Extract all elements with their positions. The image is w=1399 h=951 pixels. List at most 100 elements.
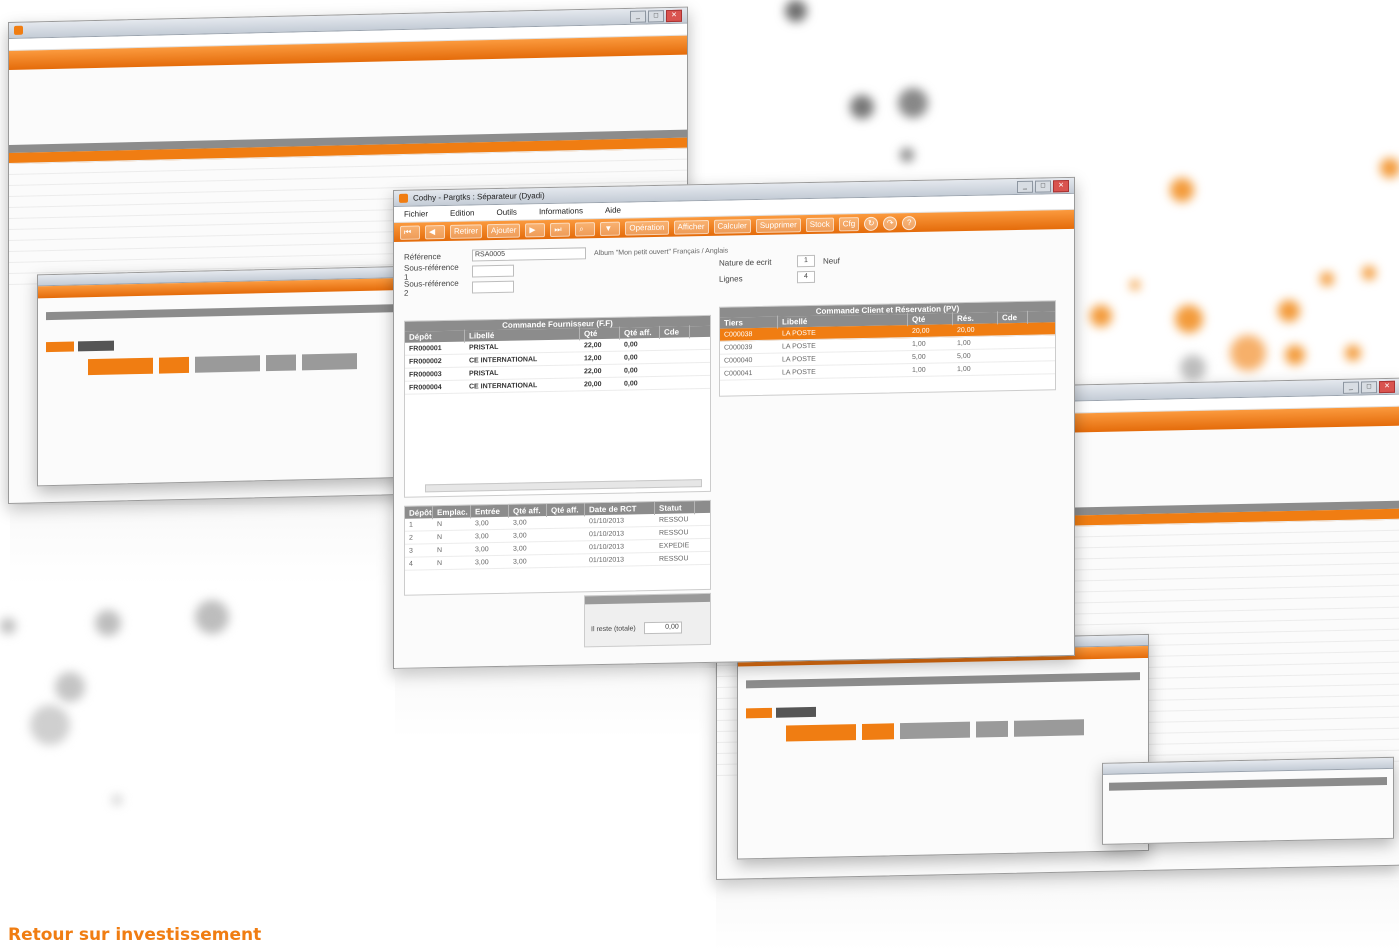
refresh-icon[interactable]: ↻ — [864, 216, 879, 231]
decor-dot — [1380, 158, 1399, 178]
help-icon[interactable]: ? — [902, 215, 917, 230]
form-area: Référence RSA0005 Album "Mon petit ouver… — [394, 229, 1074, 306]
dialog-tab-active — [46, 341, 74, 353]
dialog-section-header — [46, 303, 405, 321]
operation-button[interactable]: Opération — [625, 220, 669, 236]
minimize-icon[interactable]: _ — [1017, 180, 1033, 193]
decor-dot — [898, 88, 928, 118]
column-header-orange — [159, 356, 189, 374]
nature-field[interactable]: 1 — [797, 254, 815, 268]
status-value: 0,00 — [643, 621, 682, 635]
lignes-row: Lignes 4 — [719, 270, 815, 286]
window-title: Codhy - Pargtks : Séparateur (Dyadi) — [413, 191, 545, 203]
maximize-icon[interactable]: □ — [1035, 179, 1051, 193]
dialog-tabs — [746, 700, 1140, 719]
reference-field[interactable]: RSA0005 — [472, 247, 586, 262]
decor-dot — [1278, 300, 1300, 322]
column-header-grey — [976, 720, 1008, 738]
dialog-section-header — [1109, 776, 1387, 791]
decor-dot — [785, 0, 807, 22]
footer-title: Retour sur investissement — [8, 925, 262, 945]
decor-dot — [1362, 266, 1376, 280]
minimize-icon: _ — [630, 10, 646, 23]
column-header-grey — [266, 354, 296, 372]
sub-reference-1-field[interactable] — [472, 264, 514, 278]
dialog-tab — [78, 340, 114, 352]
cfg-button[interactable]: Cfg — [838, 216, 860, 231]
sub-dialog — [737, 633, 1149, 860]
afficher-button[interactable]: Afficher — [673, 219, 709, 235]
next-record-icon[interactable]: ▶ — [525, 222, 546, 237]
binoculars-icon[interactable]: ⌕ — [575, 221, 596, 236]
window-reflection — [716, 880, 1399, 951]
reference-label: Référence — [404, 251, 441, 262]
decor-dot — [1230, 335, 1266, 371]
nature-extra: Neuf — [823, 255, 840, 266]
column-header-orange — [786, 724, 856, 742]
menu-item-edition[interactable]: Edition — [450, 208, 474, 217]
decor-dot — [30, 705, 70, 745]
menu-item-informations[interactable]: Informations — [539, 206, 583, 216]
stock-button[interactable]: Stock — [805, 217, 834, 232]
lignes-field[interactable]: 4 — [797, 270, 815, 284]
supplier-order-grid: Commande Fournisseur (F.F) Dépôt Libellé… — [404, 314, 711, 498]
app-icon — [14, 25, 23, 35]
sub-reference-2-field[interactable] — [472, 280, 514, 294]
lignes-label: Lignes — [719, 273, 743, 284]
remove-button[interactable]: Retirer — [450, 223, 483, 239]
description-text: Album "Mon petit ouvert" Français / Angl… — [594, 247, 729, 257]
last-record-icon[interactable]: ⏭ — [550, 222, 571, 237]
app-icon — [399, 193, 408, 203]
column-header-orange — [88, 357, 153, 376]
client-order-grid: Commande Client et Réservation (PV) Tier… — [719, 300, 1056, 397]
dialog-tabs — [46, 334, 405, 353]
sub-reference-2-label: Sous-référence 2 — [404, 278, 459, 298]
status-label: Il reste (totale) — [591, 624, 636, 633]
filter-icon[interactable]: ▼ — [600, 221, 621, 236]
decor-dot — [1175, 305, 1203, 333]
dialog-tab-active — [746, 707, 772, 719]
column-header-grey — [302, 353, 357, 371]
menu-item-fichier[interactable]: Fichier — [404, 209, 428, 218]
dialog-columns — [88, 352, 405, 376]
menu-item-aide[interactable]: Aide — [605, 206, 621, 215]
status-panel-header — [585, 593, 710, 605]
window-reflection — [395, 668, 715, 738]
close-icon: ✕ — [666, 9, 682, 22]
decor-dot — [112, 795, 122, 805]
horizontal-scrollbar[interactable] — [425, 479, 702, 493]
redo-icon[interactable]: ↷ — [883, 215, 898, 231]
decor-dot — [1130, 280, 1140, 290]
decor-dot — [95, 610, 121, 636]
sub-reference-2-row: Sous-référence 2 — [404, 278, 514, 298]
close-icon: ✕ — [1379, 380, 1395, 393]
decor-dot — [1345, 345, 1361, 361]
status-panel: Il reste (totale) 0,00 — [584, 592, 711, 648]
supprimer-button[interactable]: Supprimer — [755, 217, 801, 233]
reference-row: Référence RSA0005 Album "Mon petit ouver… — [404, 244, 728, 264]
first-record-icon[interactable]: ⏮ — [400, 224, 420, 240]
decor-dot — [900, 148, 914, 162]
window-reflection — [10, 505, 390, 585]
dialog-columns — [786, 718, 1140, 742]
add-button[interactable]: Ajouter — [487, 223, 521, 238]
sub-dialog — [37, 265, 414, 487]
decor-dot — [1180, 355, 1206, 381]
menu-item-outils[interactable]: Outils — [496, 208, 516, 217]
column-header-grey — [195, 355, 260, 373]
column-header-grey — [900, 721, 970, 740]
prev-record-icon[interactable]: ◀ — [425, 224, 445, 239]
column-header-orange — [862, 723, 894, 740]
close-icon[interactable]: ✕ — [1053, 179, 1069, 192]
stock-detail-grid: Dépôt Emplac. Entrée Qté aff. Qté aff. D… — [404, 499, 711, 596]
small-dialog — [1102, 756, 1394, 845]
maximize-icon: □ — [1361, 380, 1377, 393]
nature-row: Nature de ecrit 1 Neuf — [719, 253, 840, 269]
calculer-button[interactable]: Calculer — [713, 218, 751, 234]
minimize-icon: _ — [1343, 381, 1359, 394]
decor-dot — [55, 672, 85, 702]
column-header-grey — [1014, 719, 1084, 737]
decor-dot — [0, 618, 16, 634]
decor-dot — [1285, 345, 1305, 365]
status-row: Il reste (totale) 0,00 — [585, 620, 710, 636]
